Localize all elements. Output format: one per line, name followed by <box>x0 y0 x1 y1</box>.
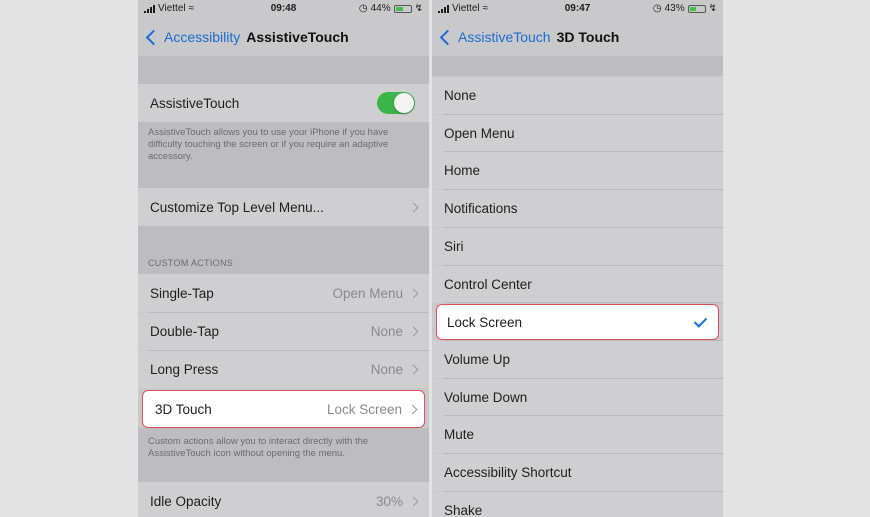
chevron-right-icon <box>408 288 419 298</box>
option-label: Mute <box>444 427 475 442</box>
idle-opacity-label: Idle Opacity <box>150 493 222 509</box>
option-label: Home <box>444 163 481 178</box>
chevron-right-icon <box>408 202 419 212</box>
assistivetouch-label: AssistiveTouch <box>150 95 240 111</box>
assistivetouch-footer: AssistiveTouch allows you to use your iP… <box>148 127 389 162</box>
back-label: AssistiveTouch <box>458 29 551 45</box>
nav-bar: AssistiveTouch 3D Touch <box>432 22 723 52</box>
option-row[interactable]: Volume Up <box>432 341 723 378</box>
battery-icon <box>393 4 412 13</box>
option-label: Volume Down <box>444 390 528 405</box>
alarm-icon: ◷ <box>652 3 662 14</box>
action-value: None <box>370 324 403 339</box>
back-button[interactable]: AssistiveTouch <box>432 29 551 45</box>
chevron-right-icon <box>408 326 419 337</box>
action-value: Lock Screen <box>326 401 402 417</box>
battery-icon <box>687 4 706 13</box>
action-row-3d-touch[interactable]: 3D Touch Lock Screen <box>142 390 425 428</box>
back-button[interactable]: Accessibility <box>138 29 240 45</box>
chevron-left-icon <box>145 29 162 45</box>
option-label: Siri <box>444 239 464 254</box>
action-row-double-tap[interactable]: Double-Tap None <box>138 313 429 350</box>
chevron-left-icon <box>439 29 456 45</box>
option-row[interactable]: Mute <box>432 416 723 453</box>
option-row[interactable]: Shake <box>432 492 723 517</box>
assistivetouch-toggle[interactable] <box>377 92 415 114</box>
option-row[interactable]: Lock Screen <box>436 304 719 340</box>
action-value: None <box>370 362 403 377</box>
battery-percent: 43% <box>664 3 685 14</box>
action-value: Open Menu <box>332 285 403 301</box>
charging-icon: ↯ <box>708 3 717 14</box>
option-label: Open Menu <box>444 126 515 141</box>
idle-opacity-value: 30% <box>375 493 403 509</box>
charging-icon: ↯ <box>414 3 423 14</box>
idle-opacity-row[interactable]: Idle Opacity 30% <box>138 482 429 517</box>
nav-bar: Accessibility AssistiveTouch <box>138 22 429 52</box>
page-title: 3D Touch <box>556 29 620 45</box>
status-bar: Viettel ≈ 09:47 ◷ 43% ↯ <box>432 0 723 16</box>
option-row[interactable]: Open Menu <box>432 115 723 152</box>
option-row[interactable]: Control Center <box>432 266 723 303</box>
customize-label: Customize Top Level Menu... <box>150 199 324 215</box>
action-row-long-press[interactable]: Long Press None <box>138 351 429 388</box>
action-label: Double-Tap <box>150 324 220 339</box>
option-row[interactable]: None <box>432 77 723 114</box>
customize-menu-row[interactable]: Customize Top Level Menu... <box>138 188 429 226</box>
3d-touch-screen: Viettel ≈ 09:47 ◷ 43% ↯ AssistiveTouch 3… <box>432 0 723 517</box>
action-label: 3D Touch <box>155 401 212 417</box>
option-row[interactable]: Home <box>432 152 723 189</box>
battery-percent: 44% <box>370 3 391 14</box>
option-row[interactable]: Accessibility Shortcut <box>432 454 723 491</box>
option-label: Volume Up <box>444 352 511 367</box>
chevron-right-icon <box>407 404 418 414</box>
page-title: AssistiveTouch <box>246 29 349 45</box>
option-label: Lock Screen <box>447 314 523 330</box>
status-bar: Viettel ≈ 09:48 ◷ 44% ↯ <box>138 0 429 16</box>
assistivetouch-screen: Viettel ≈ 09:48 ◷ 44% ↯ Accessibility As… <box>138 0 429 517</box>
action-label: Single-Tap <box>150 285 214 301</box>
action-label: Long Press <box>150 362 219 377</box>
option-label: Control Center <box>444 277 532 292</box>
alarm-icon: ◷ <box>358 3 368 14</box>
back-label: Accessibility <box>164 29 241 45</box>
option-label: Accessibility Shortcut <box>444 465 572 480</box>
option-label: Notifications <box>444 201 518 216</box>
assistivetouch-row: AssistiveTouch <box>138 84 429 122</box>
option-row[interactable]: Notifications <box>432 190 723 227</box>
chevron-right-icon <box>408 496 419 506</box>
option-row[interactable]: Siri <box>432 228 723 265</box>
option-label: Shake <box>444 503 483 517</box>
action-row-single-tap[interactable]: Single-Tap Open Menu <box>138 274 429 312</box>
checkmark-icon <box>693 314 708 328</box>
option-row[interactable]: Volume Down <box>432 379 723 416</box>
custom-actions-header: CUSTOM ACTIONS <box>148 258 234 268</box>
chevron-right-icon <box>408 364 419 375</box>
custom-actions-footer: Custom actions allow you to interact dir… <box>148 436 369 459</box>
option-label: None <box>444 88 477 103</box>
